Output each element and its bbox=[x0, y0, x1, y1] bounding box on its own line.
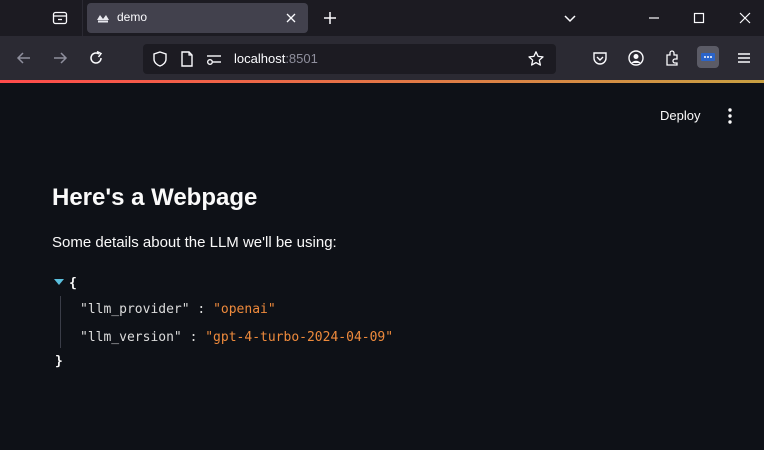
streamlit-favicon bbox=[96, 11, 110, 25]
url-bar[interactable]: localhost:8501 bbox=[143, 44, 556, 74]
description-text: Some details about the LLM we'll be usin… bbox=[52, 234, 337, 251]
url-host: localhost bbox=[234, 51, 286, 66]
page-icon[interactable] bbox=[179, 50, 195, 73]
url-text: localhost:8501 bbox=[234, 51, 318, 66]
extension-more-icon[interactable] bbox=[697, 46, 719, 68]
json-value[interactable]: "gpt-4-turbo-2024-04-09" bbox=[205, 330, 393, 345]
window-close-icon[interactable] bbox=[735, 8, 755, 28]
reload-icon[interactable] bbox=[86, 48, 106, 68]
pocket-icon[interactable] bbox=[590, 48, 610, 68]
tab-bar: demo bbox=[0, 0, 764, 36]
collapse-triangle-icon[interactable] bbox=[54, 276, 64, 285]
extensions-icon[interactable] bbox=[662, 48, 682, 68]
maximize-icon[interactable] bbox=[689, 8, 709, 28]
json-key: "llm_version" bbox=[80, 330, 182, 345]
json-value[interactable]: "openai" bbox=[213, 302, 276, 317]
json-row: "llm_provider" : "openai" bbox=[80, 302, 276, 317]
app-decoration-bar bbox=[0, 80, 764, 83]
tab-list-icon[interactable] bbox=[48, 6, 72, 30]
url-port: :8501 bbox=[285, 51, 318, 66]
page-title: Here's a Webpage bbox=[52, 184, 258, 211]
minimize-icon[interactable] bbox=[644, 8, 664, 28]
json-key: "llm_provider" bbox=[80, 302, 190, 317]
shield-icon[interactable] bbox=[151, 50, 169, 73]
star-icon[interactable] bbox=[527, 50, 545, 73]
tab-separator bbox=[82, 0, 83, 36]
chevron-down-icon[interactable] bbox=[560, 8, 580, 28]
plus-icon[interactable] bbox=[320, 8, 340, 28]
account-icon[interactable] bbox=[626, 48, 646, 68]
forward-icon[interactable] bbox=[50, 48, 70, 68]
tab-title: demo bbox=[117, 10, 148, 24]
json-row: "llm_version" : "gpt-4-turbo-2024-04-09" bbox=[80, 330, 394, 345]
json-close-brace: } bbox=[55, 354, 63, 369]
navigation-toolbar: localhost:8501 bbox=[0, 36, 764, 80]
tab-demo[interactable]: demo bbox=[87, 3, 308, 33]
back-icon[interactable] bbox=[14, 48, 34, 68]
close-icon[interactable] bbox=[283, 10, 299, 26]
json-open-brace: { bbox=[69, 276, 77, 291]
main-menu-icon[interactable] bbox=[720, 106, 740, 126]
json-indent-guide bbox=[60, 296, 61, 348]
hamburger-icon[interactable] bbox=[734, 48, 754, 68]
permissions-icon[interactable] bbox=[205, 51, 223, 72]
deploy-button[interactable]: Deploy bbox=[654, 106, 706, 132]
